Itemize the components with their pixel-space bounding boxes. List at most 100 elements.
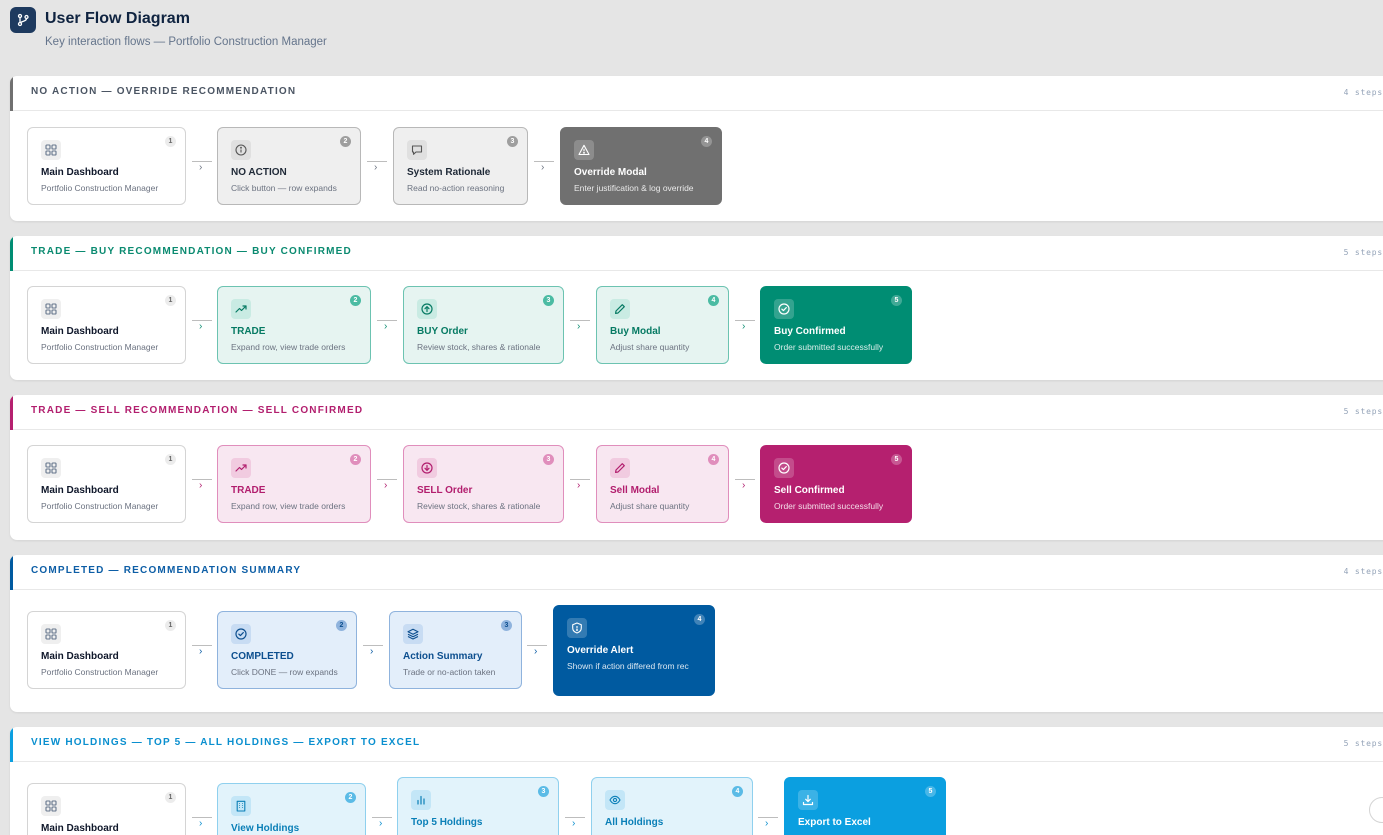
- step-description: Adjust share quantity: [610, 342, 690, 352]
- step-label: BUY Order: [417, 326, 468, 337]
- step-trade[interactable]: 2 TRADE Expand row, view trade orders: [217, 445, 371, 523]
- step-number: 4: [694, 614, 705, 625]
- flow-connector: ›: [192, 320, 214, 334]
- flow-accent-bar: [10, 236, 13, 271]
- flow-accent-bar: [10, 76, 13, 111]
- chevron-right-icon: ›: [199, 321, 203, 332]
- step-completed[interactable]: 2 COMPLETED Click DONE — row expands: [217, 611, 357, 689]
- flow-connector: ›: [377, 320, 399, 334]
- step-number: 1: [165, 136, 176, 147]
- grid-icon: [41, 624, 61, 644]
- step-buy-modal[interactable]: 4 Buy Modal Adjust share quantity: [596, 286, 729, 364]
- step-no-action[interactable]: 2 NO ACTION Click button — row expands: [217, 127, 361, 205]
- step-export-to-excel[interactable]: 5 Export to Excel: [784, 777, 946, 835]
- grid-icon: [41, 458, 61, 478]
- step-number: 2: [345, 792, 356, 803]
- step-number: 5: [925, 786, 936, 797]
- check-circle-icon: [774, 458, 794, 478]
- chevron-right-icon: ›: [577, 480, 581, 491]
- step-system-rationale[interactable]: 3 System Rationale Read no-action reason…: [393, 127, 528, 205]
- flow-step-count: 5 steps: [1343, 739, 1383, 748]
- step-trade[interactable]: 2 TRADE Expand row, view trade orders: [217, 286, 371, 364]
- step-number: 1: [165, 620, 176, 631]
- chevron-right-icon: ›: [370, 646, 374, 657]
- step-label: Main Dashboard: [41, 326, 119, 337]
- step-main-dashboard[interactable]: 1 Main Dashboard: [27, 783, 186, 835]
- step-description: Read no-action reasoning: [407, 183, 505, 193]
- step-sell-order[interactable]: 3 SELL Order Review stock, shares & rati…: [403, 445, 564, 523]
- pencil-icon: [610, 299, 630, 319]
- flow-title: VIEW HOLDINGS — TOP 5 — ALL HOLDINGS — E…: [31, 737, 421, 748]
- step-description: Expand row, view trade orders: [231, 342, 346, 352]
- chevron-right-icon: ›: [534, 646, 538, 657]
- flow-connector: ›: [735, 479, 757, 493]
- step-buy-confirmed[interactable]: 5 Buy Confirmed Order submitted successf…: [760, 286, 912, 364]
- flow-connector: ›: [735, 320, 757, 334]
- bar-chart-icon: [411, 790, 431, 810]
- step-label: SELL Order: [417, 485, 473, 496]
- step-label: Main Dashboard: [41, 167, 119, 178]
- step-description: Portfolio Construction Manager: [41, 342, 159, 352]
- step-label: Action Summary: [403, 651, 483, 662]
- chevron-right-icon: ›: [541, 162, 545, 173]
- step-number: 2: [350, 295, 361, 306]
- flow-connector: ›: [192, 479, 214, 493]
- flow-connector: ›: [363, 645, 385, 659]
- flow-connector: ›: [570, 320, 592, 334]
- flow-accent-bar: [10, 395, 13, 430]
- step-top-5-holdings[interactable]: 3 Top 5 Holdings: [397, 777, 559, 835]
- step-all-holdings[interactable]: 4 All Holdings: [591, 777, 753, 835]
- flow-header: TRADE — SELL RECOMMENDATION — SELL CONFI…: [10, 395, 1383, 430]
- step-description: Shown if action differed from rec: [567, 661, 689, 671]
- step-sell-modal[interactable]: 4 Sell Modal Adjust share quantity: [596, 445, 729, 523]
- trending-up-icon: [231, 299, 251, 319]
- flow-step-count: 5 steps: [1343, 407, 1383, 416]
- step-number: 3: [543, 295, 554, 306]
- step-description: Trade or no-action taken: [403, 667, 496, 677]
- step-number: 1: [165, 792, 176, 803]
- flow-connector: ›: [372, 817, 394, 831]
- flow-connector: ›: [192, 817, 214, 831]
- step-number: 4: [708, 454, 719, 465]
- step-label: Sell Confirmed: [774, 485, 845, 496]
- chevron-right-icon: ›: [379, 818, 383, 829]
- step-override-alert[interactable]: 4 Override Alert Shown if action differe…: [553, 605, 715, 696]
- step-label: Main Dashboard: [41, 485, 119, 496]
- step-description: Portfolio Construction Manager: [41, 667, 159, 677]
- step-label: Buy Modal: [610, 326, 661, 337]
- chevron-right-icon: ›: [572, 818, 576, 829]
- step-view-holdings[interactable]: 2 View Holdings: [217, 783, 366, 835]
- chevron-right-icon: ›: [199, 818, 203, 829]
- step-number: 4: [708, 295, 719, 306]
- pencil-icon: [610, 458, 630, 478]
- step-override-modal[interactable]: 4 Override Modal Enter justification & l…: [560, 127, 722, 205]
- flow-connector: ›: [192, 161, 214, 175]
- flow-no-action: NO ACTION — OVERRIDE RECOMMENDATION 4 st…: [10, 76, 1383, 221]
- download-icon: [798, 790, 818, 810]
- chevron-right-icon: ›: [742, 480, 746, 491]
- step-main-dashboard[interactable]: 1 Main Dashboard Portfolio Construction …: [27, 127, 186, 205]
- step-number: 5: [891, 454, 902, 465]
- step-label: Override Alert: [567, 645, 634, 656]
- chevron-right-icon: ›: [765, 818, 769, 829]
- message-icon: [407, 140, 427, 160]
- step-number: 5: [891, 295, 902, 306]
- step-label: NO ACTION: [231, 167, 287, 178]
- step-description: Review stock, shares & rationale: [417, 501, 541, 511]
- step-number: 1: [165, 295, 176, 306]
- step-number: 2: [340, 136, 351, 147]
- step-main-dashboard[interactable]: 1 Main Dashboard Portfolio Construction …: [27, 445, 186, 523]
- branch-icon: [10, 7, 36, 33]
- flow-header: VIEW HOLDINGS — TOP 5 — ALL HOLDINGS — E…: [10, 727, 1383, 762]
- flow-step-count: 4 steps: [1343, 567, 1383, 576]
- step-action-summary[interactable]: 3 Action Summary Trade or no-action take…: [389, 611, 522, 689]
- grid-icon: [41, 140, 61, 160]
- step-description: Expand row, view trade orders: [231, 501, 346, 511]
- step-main-dashboard[interactable]: 1 Main Dashboard Portfolio Construction …: [27, 611, 186, 689]
- step-main-dashboard[interactable]: 1 Main Dashboard Portfolio Construction …: [27, 286, 186, 364]
- page-title: User Flow Diagram: [45, 10, 190, 27]
- flow-step-count: 4 steps: [1343, 88, 1383, 97]
- flow-connector: ›: [192, 645, 214, 659]
- step-buy-order[interactable]: 3 BUY Order Review stock, shares & ratio…: [403, 286, 564, 364]
- step-sell-confirmed[interactable]: 5 Sell Confirmed Order submitted success…: [760, 445, 912, 523]
